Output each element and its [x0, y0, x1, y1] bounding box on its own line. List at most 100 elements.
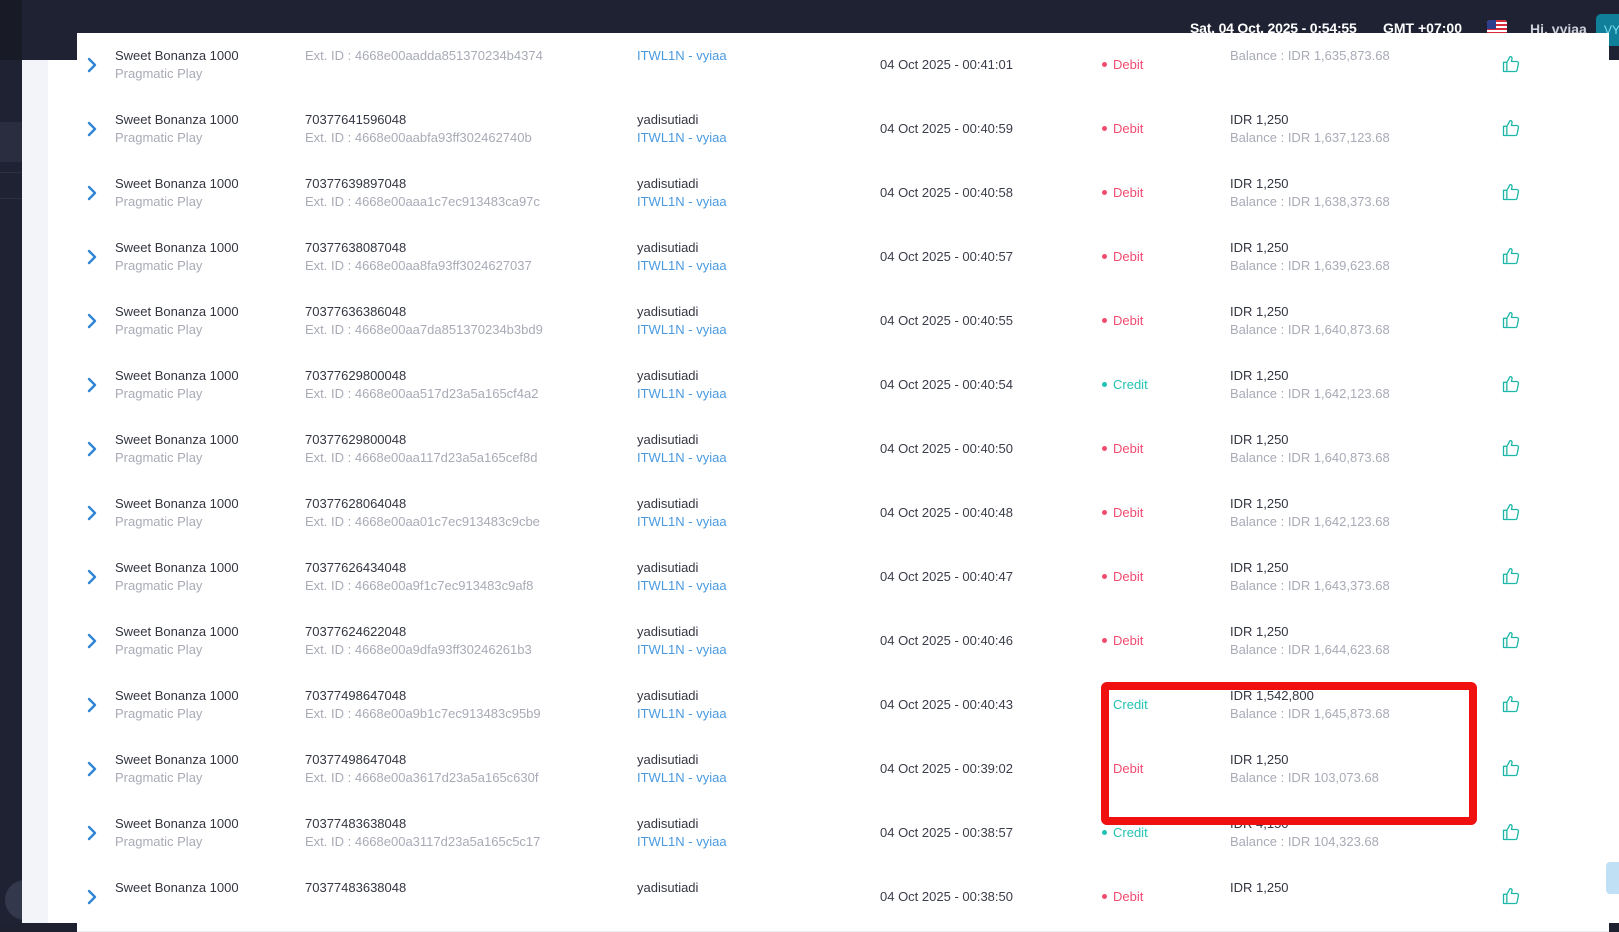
- thumbs-up-icon[interactable]: [1501, 630, 1521, 650]
- transaction-type-badge: Debit: [1102, 249, 1143, 264]
- transaction-id: 70377483638048: [305, 816, 407, 831]
- chevron-right-icon[interactable]: [85, 568, 99, 586]
- transaction-type: Debit: [1113, 121, 1144, 136]
- thumbs-up-icon[interactable]: [1501, 310, 1521, 330]
- chevron-right-icon[interactable]: [85, 376, 99, 394]
- agent-link[interactable]: ITWL1N - vyiaa: [637, 513, 727, 531]
- table-row[interactable]: Sweet Bonanza 1000 Pragmatic Play 70377498…: [77, 673, 1609, 740]
- game-cell: Sweet Bonanza 1000 Pragmatic Play: [115, 815, 239, 851]
- table-row[interactable]: Sweet Bonanza 1000 Pragmatic Play 70377624…: [77, 609, 1609, 676]
- chevron-right-icon[interactable]: [85, 632, 99, 650]
- sidebar-divider: [0, 172, 22, 173]
- amount: IDR 1,250: [1230, 432, 1289, 447]
- chevron-right-icon[interactable]: [85, 120, 99, 138]
- game-cell: Sweet Bonanza 1000 Pragmatic Play: [115, 495, 239, 531]
- thumbs-up-icon[interactable]: [1501, 758, 1521, 778]
- table-row[interactable]: Sweet Bonanza 1000 Pragmatic Play 70377626…: [77, 545, 1609, 612]
- table-row[interactable]: Sweet Bonanza 1000 Pragmatic Play 70377641…: [77, 97, 1609, 164]
- agent-link[interactable]: ITWL1N - vyiaa: [637, 833, 727, 851]
- external-id: Ext. ID : 4668e00a9dfa93ff30246261b3: [305, 642, 532, 657]
- scroll-to-top-button[interactable]: [1606, 862, 1619, 894]
- external-id: Ext. ID : 4668e00aadda851370234b4374: [305, 48, 543, 63]
- table-row[interactable]: Sweet Bonanza 1000 Pragmatic Play 70377638…: [77, 225, 1609, 292]
- thumbs-up-icon[interactable]: [1501, 694, 1521, 714]
- balance: Balance : IDR 1,638,373.68: [1230, 194, 1390, 209]
- agent-link[interactable]: ITWL1N - vyiaa: [637, 705, 727, 723]
- external-id: Ext. ID : 4668e00a9b1c7ec913483c95b9: [305, 706, 541, 721]
- agent-link[interactable]: ITWL1N - vyiaa: [637, 321, 727, 339]
- table-row[interactable]: Sweet Bonanza 1000 Pragmatic Play 70377629…: [77, 417, 1609, 484]
- chevron-right-icon[interactable]: [85, 760, 99, 778]
- transaction-id-cell: 70377628064048 Ext. ID : 4668e00aa01c7ec9…: [305, 495, 540, 531]
- transaction-type-badge: Debit: [1102, 121, 1143, 136]
- external-id: Ext. ID : 4668e00aaa1c7ec913483ca97c: [305, 194, 540, 209]
- provider-name: Pragmatic Play: [115, 386, 203, 401]
- sidebar-active-item[interactable]: [0, 122, 22, 162]
- transaction-type: Credit: [1113, 825, 1148, 840]
- thumbs-up-icon[interactable]: [1501, 118, 1521, 138]
- table-row[interactable]: Sweet Bonanza 1000 Pragmatic Play 70377628…: [77, 481, 1609, 548]
- transaction-datetime: 04 Oct 2025 - 00:40:59: [880, 121, 1013, 136]
- player-name: yadisutiadi: [637, 688, 699, 703]
- table-row[interactable]: Sweet Bonanza 1000 Pragmatic Play Ext. ID …: [77, 33, 1609, 100]
- agent-link[interactable]: ITWL1N - vyiaa: [637, 257, 727, 275]
- agent-link[interactable]: ITWL1N - vyiaa: [637, 769, 727, 787]
- chevron-right-icon[interactable]: [85, 56, 99, 74]
- external-id: Ext. ID : 4668e00aabfa93ff302462740b: [305, 130, 532, 145]
- balance: Balance : IDR 1,645,873.68: [1230, 706, 1390, 721]
- transaction-datetime: 04 Oct 2025 - 00:40:50: [880, 441, 1013, 456]
- top-bar-left-strip: [0, 0, 22, 60]
- amount-cell: IDR 1,250 Balance : IDR 1,638,373.68: [1230, 175, 1390, 211]
- table-row[interactable]: Sweet Bonanza 1000 Pragmatic Play 70377498…: [77, 737, 1609, 804]
- agent-link[interactable]: ITWL1N - vyiaa: [637, 449, 727, 467]
- table-row[interactable]: Sweet Bonanza 1000 Pragmatic Play 70377636…: [77, 289, 1609, 356]
- thumbs-up-icon[interactable]: [1501, 886, 1521, 906]
- provider-name: Pragmatic Play: [115, 706, 203, 721]
- status-dot-icon: [1102, 382, 1107, 387]
- transaction-id: 70377641596048: [305, 112, 407, 127]
- transaction-type-badge: Debit: [1102, 889, 1143, 904]
- transaction-id-cell: Ext. ID : 4668e00aadda851370234b4374: [305, 47, 543, 65]
- chevron-right-icon[interactable]: [85, 888, 99, 906]
- table-row[interactable]: Sweet Bonanza 1000 Pragmatic Play 70377639…: [77, 161, 1609, 228]
- transaction-id: 70377629800048: [305, 432, 407, 447]
- agent-link[interactable]: ITWL1N - vyiaa: [637, 129, 727, 147]
- chevron-right-icon[interactable]: [85, 440, 99, 458]
- chevron-right-icon[interactable]: [85, 696, 99, 714]
- player-name: yadisutiadi: [637, 112, 699, 127]
- player-cell: yadisutiadi: [637, 879, 698, 897]
- thumbs-up-icon[interactable]: [1501, 182, 1521, 202]
- agent-link[interactable]: ITWL1N - vyiaa: [637, 385, 727, 403]
- amount: IDR 4,150: [1230, 816, 1289, 831]
- chevron-right-icon[interactable]: [85, 248, 99, 266]
- chevron-right-icon[interactable]: [85, 824, 99, 842]
- table-row[interactable]: Sweet Bonanza 1000 Pragmatic Play 70377483…: [77, 801, 1609, 868]
- amount-cell: IDR 1,542,800 Balance : IDR 1,645,873.68: [1230, 687, 1390, 723]
- balance: Balance : IDR 103,073.68: [1230, 770, 1379, 785]
- thumbs-up-icon[interactable]: [1501, 54, 1521, 74]
- thumbs-up-icon[interactable]: [1501, 822, 1521, 842]
- transaction-id-cell: 70377629800048 Ext. ID : 4668e00aa117d23a…: [305, 431, 538, 467]
- table-row[interactable]: Sweet Bonanza 1000 70377483638048 yadisuti…: [77, 865, 1609, 932]
- player-cell: yadisutiadi ITWL1N - vyiaa: [637, 623, 727, 659]
- panel-left-margin: [22, 60, 48, 923]
- thumbs-up-icon[interactable]: [1501, 246, 1521, 266]
- thumbs-up-icon[interactable]: [1501, 502, 1521, 522]
- chevron-right-icon[interactable]: [85, 312, 99, 330]
- chevron-right-icon[interactable]: [85, 504, 99, 522]
- player-name: yadisutiadi: [637, 816, 699, 831]
- table-row[interactable]: Sweet Bonanza 1000 Pragmatic Play 70377629…: [77, 353, 1609, 420]
- thumbs-up-icon[interactable]: [1501, 566, 1521, 586]
- transaction-datetime: 04 Oct 2025 - 00:40:54: [880, 377, 1013, 392]
- agent-link[interactable]: ITWL1N - vyiaa: [637, 47, 727, 65]
- thumbs-up-icon[interactable]: [1501, 438, 1521, 458]
- agent-link[interactable]: ITWL1N - vyiaa: [637, 641, 727, 659]
- transaction-type-badge: Debit: [1102, 313, 1143, 328]
- chevron-right-icon[interactable]: [85, 184, 99, 202]
- thumbs-up-icon[interactable]: [1501, 374, 1521, 394]
- balance: Balance : IDR 1,640,873.68: [1230, 450, 1390, 465]
- transaction-datetime: 04 Oct 2025 - 00:38:50: [880, 889, 1013, 904]
- agent-link[interactable]: ITWL1N - vyiaa: [637, 193, 727, 211]
- agent-link[interactable]: ITWL1N - vyiaa: [637, 577, 727, 595]
- transaction-datetime: 04 Oct 2025 - 00:41:01: [880, 57, 1013, 72]
